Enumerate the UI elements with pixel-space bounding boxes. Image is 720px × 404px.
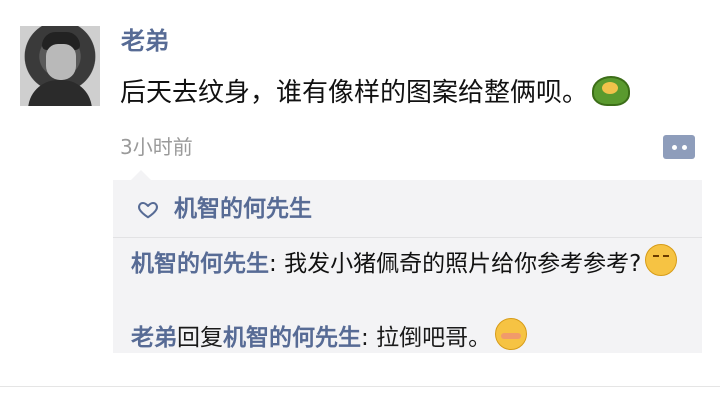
- comment-author[interactable]: 老弟: [131, 325, 177, 351]
- post-username[interactable]: 老弟: [121, 25, 169, 57]
- comment-action-button[interactable]: [663, 135, 695, 159]
- divider: [0, 386, 720, 387]
- comment-separator: :: [361, 325, 377, 351]
- reply-word: 回复: [177, 325, 223, 351]
- smile-emoji-icon: [645, 244, 678, 276]
- post-timestamp: 3小时前: [120, 135, 193, 159]
- avatar-body: [28, 80, 92, 106]
- post-text-row: 后天去纹身，谁有像样的图案给整俩呗。: [120, 75, 631, 111]
- comment-item[interactable]: 机智的何先生: 我发小猪佩奇的照片给你参考参考?: [131, 244, 691, 281]
- dot-icon: [671, 144, 677, 150]
- turtle-emoji-icon: [592, 76, 631, 106]
- avatar[interactable]: [20, 26, 100, 106]
- shy-emoji-icon: [495, 318, 528, 350]
- like-user-name[interactable]: 机智的何先生: [174, 194, 312, 224]
- likes-row: 机智的何先生: [113, 180, 702, 238]
- comment-reply-to[interactable]: 机智的何先生: [223, 325, 361, 351]
- avatar-face: [46, 44, 76, 80]
- comment-text: 我发小猪佩奇的照片给你参考参考?: [284, 251, 642, 277]
- comment-text: 拉倒吧哥。: [376, 325, 492, 351]
- comment-author[interactable]: 机智的何先生: [131, 251, 269, 277]
- comment-separator: :: [269, 251, 285, 277]
- heart-icon: [138, 202, 158, 219]
- post-text: 后天去纹身，谁有像样的图案给整俩呗。: [120, 78, 589, 108]
- comment-item[interactable]: 老弟回复机智的何先生: 拉倒吧哥。: [131, 318, 528, 355]
- dot-icon: [681, 144, 687, 150]
